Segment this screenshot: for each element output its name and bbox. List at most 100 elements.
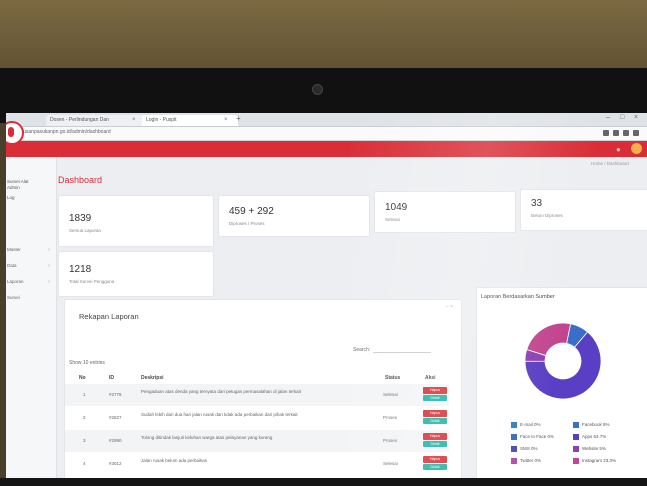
legend-item[interactable]: SMS 0% [511,446,538,452]
table-row: 2 #2827 Sudah lebih dari dua hari jalan … [65,407,449,429]
cell-id: #3012 [109,461,122,466]
monitor-bottom-bezel [0,478,647,486]
donut-slice-instagram[interactable] [526,322,572,357]
app-header: ● [6,141,647,157]
browser-tab-bar: Dosen - Perlindungan Dan × Login - Puspi… [6,113,647,127]
legend-swatch [511,446,517,452]
legend-label: SMS 0% [520,446,538,452]
cell-status: Proses [383,438,398,443]
sidebar-profile-role: Admin [7,185,20,190]
sidebar-item-laporan[interactable]: Laporan [7,279,24,284]
table-row: 4 #3012 Jalan rusak belum ada perbaikan … [65,453,449,475]
chevron-icon: › [48,247,50,253]
screen: Dosen - Perlindungan Dan × Login - Puspi… [6,113,647,479]
column-header-id[interactable]: ID [109,375,114,381]
stat-value: 1218 [69,264,92,275]
cell-status: Selesai [383,461,398,466]
legend-item[interactable]: Apps 63.7% [573,434,606,440]
maximize-icon[interactable]: □ [620,114,624,121]
close-window-icon[interactable]: × [634,114,638,121]
close-icon[interactable]: × [132,115,136,126]
legend-swatch [511,434,517,440]
browser-tab[interactable]: Dosen - Perlindungan Dan [46,115,146,126]
search-input[interactable] [373,344,431,353]
legend-item[interactable]: Twitter 0% [511,458,541,464]
chevron-icon: › [48,279,50,285]
panel-collapse-icon[interactable]: – × [446,304,453,310]
entries-selector[interactable]: Show 10 entries [69,360,105,366]
panel-title: Rekapan Laporan [79,312,139,321]
delete-button[interactable]: Hapus [423,456,447,463]
close-icon[interactable]: × [224,115,228,126]
legend-swatch [573,434,579,440]
cell-status: Selesai [383,392,398,397]
delete-button[interactable]: Hapus [423,387,447,394]
minimize-icon[interactable]: – [606,114,610,121]
menu-icon[interactable] [633,130,639,136]
stat-card-total[interactable]: 1839 Semua Laporan [58,195,214,247]
legend-swatch [511,458,517,464]
cell-id: #2776 [109,392,122,397]
stat-label: Belum Diproses [531,213,563,218]
new-tab-icon[interactable]: + [236,114,241,123]
column-header-action[interactable]: Aksi [425,375,436,381]
sidebar-item-survei[interactable]: Survei [7,295,20,300]
delete-button[interactable]: Hapus [423,410,447,417]
legend-swatch [573,422,579,428]
detail-button[interactable]: Detail [423,418,447,424]
cell-no: 2 [83,415,86,420]
legend-swatch [573,458,579,464]
sidebar-profile-link[interactable]: Log [7,195,15,201]
legend-item[interactable]: Website 5% [573,446,606,452]
avatar[interactable] [631,143,642,154]
legend-item[interactable]: Facebook 8% [573,422,610,428]
cell-no: 3 [83,438,86,443]
stat-value: 33 [531,198,543,209]
legend-item[interactable]: Instagram 23.3% [573,458,616,464]
legend-label: Apps 63.7% [582,434,607,440]
tab-title: Login - Puspit [146,117,177,123]
table-row: 3 #2990 Tolong ditindak lanjuti keluhan … [65,430,449,452]
column-header-status[interactable]: Status [385,375,400,381]
sidebar-item-master[interactable]: Master [7,247,21,252]
stat-value: 459 + 292 [229,206,274,217]
cell-no: 4 [83,461,86,466]
legend-label: Facebook 8% [582,422,610,428]
sidebar: Survei Alat Admin Log Master › Data › La… [6,157,57,479]
breadcrumb[interactable]: Home / Dashboard [591,161,629,166]
extension-icons [603,130,639,136]
stat-card-process[interactable]: 459 + 292 Diproses / Proses [218,195,370,237]
column-header-desc[interactable]: Deskripsi [141,375,164,381]
background-wall [0,0,647,75]
legend-label: Twitter 0% [520,458,542,464]
cell-id: #2827 [109,415,122,420]
stat-card-survey[interactable]: 1218 Total Survei Pengguna [58,251,214,297]
detail-button[interactable]: Detail [423,441,447,447]
stat-value: 1049 [385,202,408,213]
cell-no: 1 [83,392,86,397]
legend-item[interactable]: E-mail 0% [511,422,541,428]
legend-item[interactable]: Face to Face 0% [511,434,554,440]
sidebar-item-data[interactable]: Data [7,263,17,268]
extension-icon[interactable] [623,130,629,136]
delete-button[interactable]: Hapus [423,433,447,440]
detail-button[interactable]: Detail [423,464,447,470]
stat-card-pending[interactable]: 33 Belum Diproses [520,189,647,231]
bell-icon[interactable]: ● [616,145,621,154]
cell-desc: Tolong ditindak lanjuti keluhan warga at… [141,435,273,440]
cell-id: #2990 [109,438,122,443]
donut-chart [524,322,602,400]
address-bar[interactable]: pelurusanpasukanpn.go.id/admin/dashboard [6,127,647,141]
legend-label: Website 5% [582,446,606,452]
stat-card-done[interactable]: 1049 Selesai [374,191,516,233]
legend-swatch [573,446,579,452]
cell-status: Proses [383,415,398,420]
extension-icon[interactable] [603,130,609,136]
extension-icon[interactable] [613,130,619,136]
detail-button[interactable]: Detail [423,395,447,401]
chevron-icon: › [48,263,50,269]
table-row: 1 #2776 Pengaduan atas denda yang ternya… [65,384,449,406]
column-header-no[interactable]: No [79,375,86,381]
cell-desc: Pengaduan atas denda yang ternyata dari … [141,389,301,394]
page-title: Dashboard [58,175,103,185]
